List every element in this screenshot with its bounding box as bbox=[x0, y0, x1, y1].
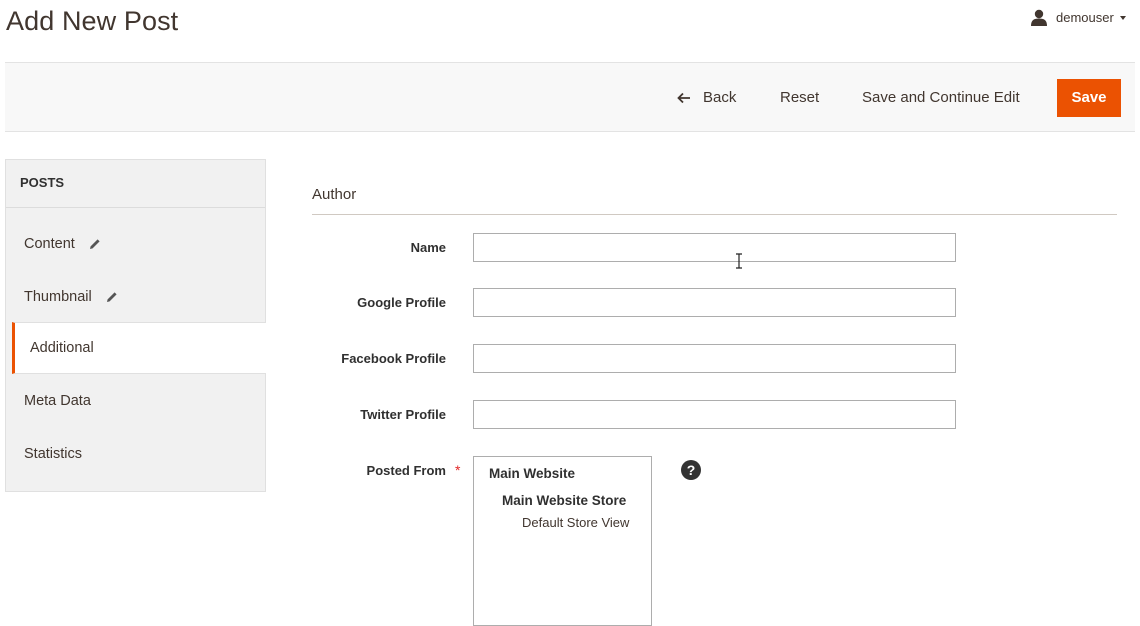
name-input[interactable] bbox=[473, 233, 956, 262]
username: demouser bbox=[1056, 10, 1114, 25]
back-button-label: Back bbox=[703, 89, 737, 106]
sidebar-item-additional[interactable]: Additional bbox=[12, 322, 266, 374]
fieldset-divider bbox=[312, 214, 1117, 215]
facebook-profile-label: Facebook Profile bbox=[341, 351, 446, 366]
arrow-left-icon bbox=[677, 92, 690, 104]
sidebar-item-label: Thumbnail bbox=[24, 289, 92, 305]
fieldset-title-author[interactable]: Author bbox=[312, 186, 356, 203]
option-store-view[interactable]: Default Store View bbox=[522, 515, 629, 530]
chevron-down-icon bbox=[1119, 16, 1126, 20]
text-cursor-icon bbox=[736, 253, 742, 269]
back-button[interactable]: Back bbox=[677, 79, 736, 117]
sidebar-heading: POSTS bbox=[6, 160, 265, 208]
google-profile-label: Google Profile bbox=[357, 295, 446, 310]
facebook-profile-input[interactable] bbox=[473, 344, 956, 373]
option-group-website: Main Website bbox=[489, 466, 576, 481]
sidebar-item-label: Meta Data bbox=[24, 393, 91, 409]
posted-from-label: Posted From bbox=[366, 463, 446, 478]
sidebar-item-label: Content bbox=[24, 236, 75, 252]
sidebar-item-meta-data[interactable]: Meta Data bbox=[6, 375, 265, 427]
required-marker: * bbox=[455, 462, 461, 478]
user-icon bbox=[1031, 9, 1047, 26]
twitter-profile-label: Twitter Profile bbox=[360, 407, 446, 422]
help-icon[interactable]: ? bbox=[681, 460, 701, 480]
user-menu[interactable]: demouser bbox=[1030, 9, 1126, 26]
sidebar-item-content[interactable]: Content bbox=[6, 218, 265, 270]
page-actions-toolbar: Back Reset Save and Continue Edit Save bbox=[5, 62, 1135, 132]
save-and-continue-button[interactable]: Save and Continue Edit bbox=[862, 79, 1020, 117]
option-group-store: Main Website Store bbox=[502, 493, 627, 508]
sidebar-item-label: Additional bbox=[30, 340, 94, 356]
twitter-profile-input[interactable] bbox=[473, 400, 956, 429]
posted-from-multiselect[interactable]: Main Website Main Website Store Default … bbox=[473, 456, 652, 626]
sidebar: POSTS Content Thumbnail Additional Meta … bbox=[5, 159, 266, 492]
pencil-icon bbox=[89, 239, 100, 249]
pencil-icon bbox=[106, 292, 117, 302]
reset-button[interactable]: Reset bbox=[780, 79, 819, 117]
save-button[interactable]: Save bbox=[1057, 79, 1121, 117]
sidebar-item-thumbnail[interactable]: Thumbnail bbox=[6, 271, 265, 323]
name-label: Name bbox=[410, 240, 446, 255]
google-profile-input[interactable] bbox=[473, 288, 956, 317]
page-title: Add New Post bbox=[6, 6, 179, 36]
sidebar-item-label: Statistics bbox=[24, 446, 83, 462]
sidebar-item-statistics[interactable]: Statistics bbox=[6, 428, 265, 480]
